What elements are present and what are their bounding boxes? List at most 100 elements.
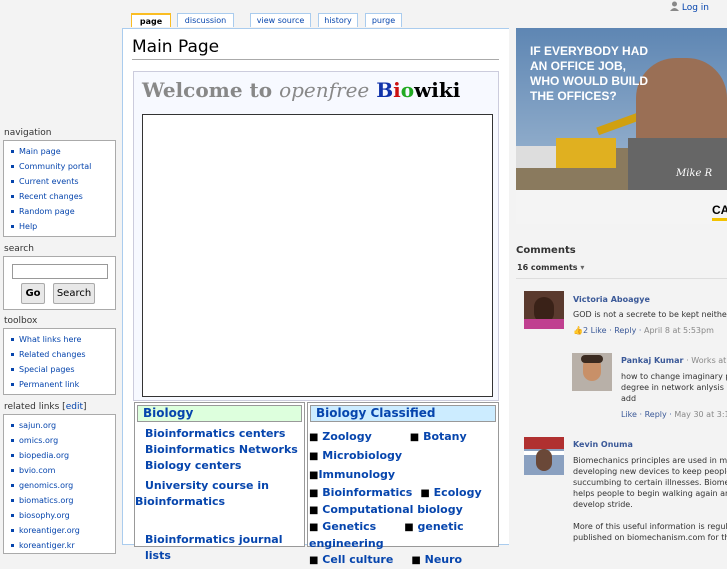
- welcome-letter-i: i: [393, 78, 401, 102]
- bullet-icon: ■: [309, 432, 319, 443]
- link-university-course[interactable]: University course in: [145, 478, 304, 494]
- ad-logo: CA: [712, 203, 727, 217]
- advertisement[interactable]: IF EVERYBODY HAD AN OFFICE JOB, WHO WOUL…: [516, 28, 727, 224]
- ad-headline-line: THE OFFICES?: [530, 89, 617, 103]
- comment-author[interactable]: Victoria Aboagye: [573, 295, 650, 304]
- page-title: Main Page: [132, 37, 220, 57]
- link-bioinformatics-networks[interactable]: Bioinformatics Networks: [145, 442, 304, 458]
- welcome-heading: Welcome to openfree Biowiki: [142, 78, 460, 102]
- related-link[interactable]: koreantiger.kr: [8, 538, 115, 553]
- comment-date: April 8 at 5:53pm: [643, 326, 714, 335]
- biology-classified-header: Biology Classified: [310, 405, 496, 422]
- comment-like-reply-links[interactable]: Like · Reply ·: [621, 410, 672, 419]
- toolbox-item-special-pages[interactable]: Special pages: [8, 362, 115, 377]
- avatar[interactable]: [524, 291, 564, 329]
- link-cell-culture[interactable]: Cell culture: [322, 553, 393, 566]
- link-journal-lists[interactable]: Bioinformatics journal lists: [145, 532, 304, 564]
- bullet-icon: ■: [309, 522, 319, 533]
- comment-author-name[interactable]: Pankaj Kumar: [621, 356, 683, 365]
- ad-headline-line: AN OFFICE JOB,: [530, 59, 627, 73]
- link-ecology[interactable]: Ecology: [434, 486, 482, 499]
- link-genetic[interactable]: genetic: [417, 520, 463, 533]
- welcome-openfree: openfree: [279, 78, 370, 102]
- related-link[interactable]: koreantiger.org: [8, 523, 115, 538]
- ad-person-shirt-image: [628, 138, 727, 190]
- comment-text-line: develop stride.: [573, 500, 633, 509]
- comment-text-line: add: [621, 394, 637, 403]
- avatar[interactable]: [572, 353, 612, 391]
- comment-text-spacer: [573, 510, 727, 521]
- related-link[interactable]: biomatics.org: [8, 493, 115, 508]
- caret-down-icon: ▾: [580, 263, 585, 272]
- ad-headline: IF EVERYBODY HAD AN OFFICE JOB, WHO WOUL…: [530, 44, 648, 104]
- toolbox-item-what-links-here[interactable]: What links here: [8, 332, 115, 347]
- bullet-icon: ■: [309, 555, 319, 566]
- link-microbiology[interactable]: Microbiology: [322, 449, 402, 462]
- sidebar-item-community-portal[interactable]: Community portal: [8, 159, 115, 174]
- related-link[interactable]: omics.org: [8, 433, 115, 448]
- sidebar-item-recent-changes[interactable]: Recent changes: [8, 189, 115, 204]
- link-genetic-engineering[interactable]: engineering: [309, 536, 498, 552]
- related-links-label: related links: [4, 402, 60, 412]
- go-button[interactable]: Go: [21, 283, 45, 304]
- tab-history[interactable]: history: [318, 13, 358, 27]
- link-immunology[interactable]: Immunology: [318, 468, 395, 481]
- link-zoology[interactable]: Zoology: [322, 430, 371, 443]
- comment-text-line: published on biomechanism.com for thos: [573, 533, 727, 542]
- comment-text: Biomechanics principles are used in med …: [573, 455, 727, 543]
- link-genetics[interactable]: Genetics: [322, 520, 376, 533]
- search-portlet: Go Search: [3, 256, 116, 310]
- tab-purge[interactable]: purge: [365, 13, 402, 27]
- comments-count-dropdown[interactable]: 16 comments ▾: [517, 263, 584, 272]
- ad-truck-image: [516, 146, 556, 168]
- comments-title: Comments: [516, 245, 576, 256]
- link-botany[interactable]: Botany: [423, 430, 467, 443]
- link-university-course-bioinformatics[interactable]: Bioinformatics: [135, 494, 304, 510]
- embedded-media-frame[interactable]: [142, 114, 493, 397]
- content-panel: Main Page Welcome to openfree Biowiki Bi…: [122, 28, 509, 566]
- comment-like-reply-links[interactable]: Like · Reply ·: [591, 326, 642, 335]
- link-bioinformatics-centers[interactable]: Bioinformatics centers: [145, 426, 304, 442]
- related-link[interactable]: bvio.com: [8, 463, 115, 478]
- bullet-icon: ■: [309, 505, 319, 516]
- search-button[interactable]: Search: [53, 283, 95, 304]
- welcome-letter-b: B: [376, 78, 394, 102]
- welcome-box: Welcome to openfree Biowiki: [133, 71, 499, 401]
- welcome-letter-o: o: [400, 78, 415, 102]
- search-input[interactable]: [12, 264, 108, 279]
- sidebar-item-help[interactable]: Help: [8, 219, 115, 234]
- related-links-title: related links [edit]: [4, 402, 87, 412]
- toolbox-item-permanent-link[interactable]: Permanent link: [8, 377, 115, 392]
- bullet-icon: ■: [404, 522, 414, 533]
- comment-text-line: More of this useful information is regul…: [573, 522, 727, 531]
- login-link[interactable]: Log in: [682, 3, 709, 13]
- navigation-title: navigation: [4, 128, 52, 138]
- related-link[interactable]: genomics.org: [8, 478, 115, 493]
- comment-date: May 30 at 3:1: [674, 410, 727, 419]
- related-link[interactable]: biosophy.org: [8, 508, 115, 523]
- search-title: search: [4, 244, 34, 254]
- tab-discussion[interactable]: discussion: [177, 13, 234, 27]
- related-link[interactable]: sajun.org: [8, 418, 115, 433]
- comment-author[interactable]: Kevin Onuma: [573, 440, 633, 449]
- link-biology-centers[interactable]: Biology centers: [145, 458, 304, 474]
- comments-count-label: 16 comments: [517, 263, 578, 272]
- sidebar-item-current-events[interactable]: Current events: [8, 174, 115, 189]
- toolbox-item-related-changes[interactable]: Related changes: [8, 347, 115, 362]
- thumbs-up-icon: 👍: [573, 326, 583, 335]
- comment-author: Pankaj Kumar · Works at S: [621, 356, 727, 365]
- link-neuro[interactable]: Neuro: [425, 553, 462, 566]
- link-bioinformatics[interactable]: Bioinformatics: [322, 486, 412, 499]
- sidebar-item-main-page[interactable]: Main page: [8, 144, 115, 159]
- ad-headline-line: WHO WOULD BUILD: [530, 74, 648, 88]
- sidebar-item-random-page[interactable]: Random page: [8, 204, 115, 219]
- tab-page[interactable]: page: [131, 13, 171, 27]
- related-link[interactable]: biopedia.org: [8, 448, 115, 463]
- avatar[interactable]: [524, 437, 564, 475]
- comment-text-line: succumbing to certain illnesses. Biomec: [573, 478, 727, 487]
- link-computational-biology[interactable]: Computational biology: [322, 503, 463, 516]
- ad-headline-line: IF EVERYBODY HAD: [530, 44, 649, 58]
- comments-divider: [516, 278, 727, 279]
- related-links-edit-link[interactable]: edit: [66, 402, 83, 412]
- tab-view-source[interactable]: view source: [250, 13, 311, 27]
